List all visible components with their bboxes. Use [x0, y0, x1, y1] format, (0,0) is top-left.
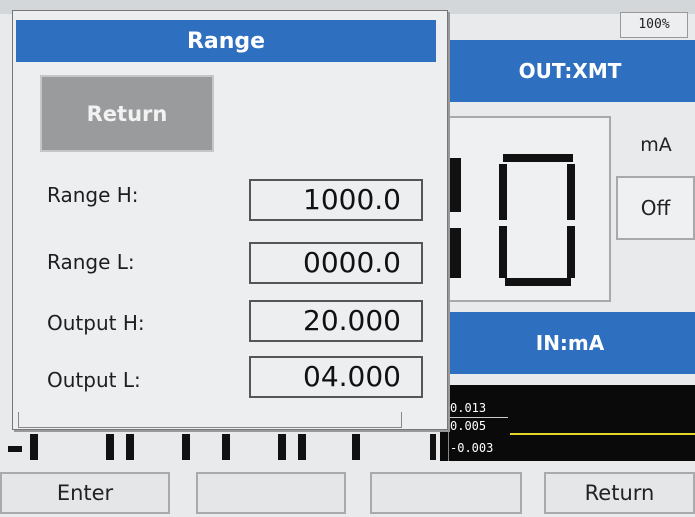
- input-mode-label: IN:mA: [535, 331, 605, 355]
- softkey-enter[interactable]: Enter: [0, 472, 170, 514]
- range-low-field[interactable]: 0000.0: [249, 242, 423, 284]
- output-toggle-button[interactable]: Off: [616, 176, 695, 240]
- graph-trace: [510, 433, 695, 435]
- segment-mark: [8, 446, 22, 452]
- softkey-return[interactable]: Return: [544, 472, 695, 514]
- segment: [499, 164, 507, 220]
- output-mode-header[interactable]: OUT:XMT: [445, 40, 695, 102]
- segment-mark: [352, 434, 360, 460]
- segment: [447, 158, 461, 212]
- dialog-title: Range: [16, 20, 436, 62]
- segment: [447, 228, 461, 278]
- graph-tick-label: 0.005: [450, 419, 487, 433]
- output-high-field[interactable]: 20.000: [249, 300, 423, 342]
- dialog-bottom-edge: [18, 412, 402, 428]
- input-mode-header[interactable]: IN:mA: [445, 312, 695, 374]
- segment-mark: [298, 434, 306, 460]
- output-state-label: Off: [640, 196, 671, 220]
- segment-mark: [106, 434, 114, 460]
- graph-y-axis: [448, 385, 449, 461]
- segment: [567, 164, 575, 220]
- range-low-label: Range L:: [47, 250, 135, 274]
- segment-mark: [430, 434, 436, 460]
- softkey-3[interactable]: [370, 472, 522, 514]
- segment: [503, 154, 573, 162]
- softkey-2[interactable]: [196, 472, 346, 514]
- range-high-label: Range H:: [47, 183, 139, 207]
- graph-tick-label: -0.003: [450, 441, 494, 455]
- segment-mark: [30, 434, 38, 460]
- battery-indicator: 100%: [620, 12, 688, 38]
- dialog-return-button[interactable]: Return: [40, 75, 214, 152]
- output-low-label: Output L:: [47, 368, 141, 392]
- trend-graph: 0.013 0.005 -0.003: [440, 385, 695, 461]
- segment: [499, 226, 507, 278]
- output-low-field[interactable]: 04.000: [249, 356, 423, 398]
- graph-tick-label: 0.013: [450, 401, 487, 415]
- unit-label: mA: [640, 134, 672, 156]
- segment: [567, 226, 575, 278]
- segment-mark: [182, 434, 190, 460]
- segment-mark: [278, 434, 286, 460]
- segment: [505, 278, 571, 286]
- segment-mark-row: [0, 432, 440, 462]
- main-readout-display: [445, 116, 611, 302]
- segment-mark: [126, 434, 134, 460]
- graph-gridline: [448, 417, 508, 418]
- device-screen: 100% OUT:XMT mA Off IN:mA 0.013 0.005 -0…: [0, 0, 695, 517]
- range-high-field[interactable]: 1000.0: [249, 179, 423, 221]
- output-high-label: Output H:: [47, 311, 145, 335]
- output-mode-label: OUT:XMT: [518, 59, 622, 83]
- segment-mark: [222, 434, 230, 460]
